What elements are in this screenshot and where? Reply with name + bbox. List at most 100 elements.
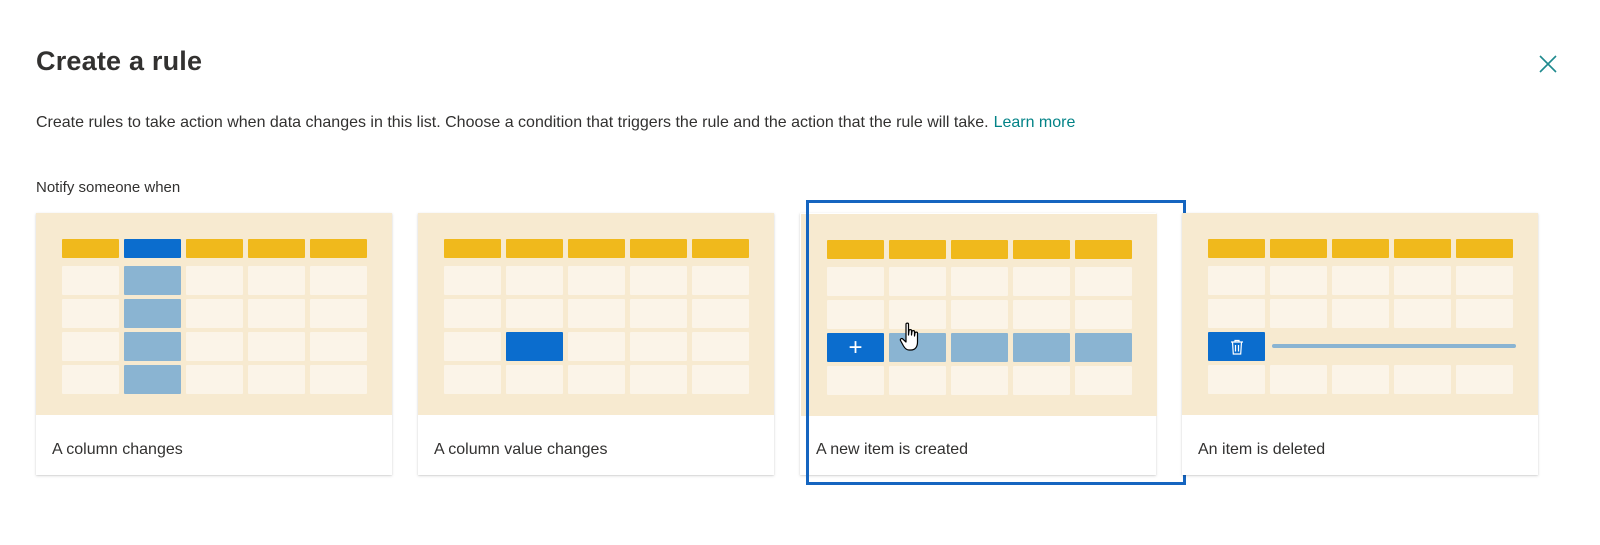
illus-header-cell-selected — [124, 239, 181, 258]
card-label: A column changes — [52, 441, 183, 458]
illus-cell — [444, 365, 501, 394]
plus-icon: + — [848, 333, 863, 361]
trash-icon — [1208, 332, 1265, 361]
illus-cell — [186, 266, 243, 295]
illus-cell — [62, 332, 119, 361]
illus-cell — [568, 299, 625, 328]
illus-cell-new — [1013, 333, 1070, 362]
illus-cell — [444, 299, 501, 328]
illus-cell — [1332, 299, 1389, 328]
illus-cell — [889, 267, 946, 296]
illus-cell — [1075, 267, 1132, 296]
illus-cell — [1456, 365, 1513, 394]
illus-cell — [827, 267, 884, 296]
card-new-item-created[interactable]: + A new item is created — [800, 213, 1157, 475]
illus-header-cell — [1075, 240, 1132, 259]
section-label: Notify someone when — [36, 179, 181, 196]
card-column-changes[interactable]: A column changes — [36, 213, 392, 475]
dialog-title: Create a rule — [36, 46, 203, 76]
illus-header-cell — [1013, 240, 1070, 259]
dialog-description: Create rules to take action when data ch… — [36, 114, 1075, 132]
illus-cell — [951, 267, 1008, 296]
illus-cell — [62, 266, 119, 295]
illus-cell — [1208, 365, 1265, 394]
illus-cell — [506, 365, 563, 394]
illus-cell — [186, 332, 243, 361]
illus-header-cell — [1208, 239, 1265, 258]
card-label: A column value changes — [434, 441, 608, 458]
illus-cell — [1075, 300, 1132, 329]
learn-more-link[interactable]: Learn more — [994, 114, 1076, 131]
illus-header-cell — [1456, 239, 1513, 258]
illus-header-cell — [568, 239, 625, 258]
illus-cell — [1332, 266, 1389, 295]
illus-cell — [506, 299, 563, 328]
new-item-created-illustration: + — [801, 214, 1157, 416]
illus-cell — [951, 366, 1008, 395]
illus-cell — [506, 266, 563, 295]
illus-header-cell — [692, 239, 749, 258]
column-value-changes-illustration — [418, 213, 774, 415]
illus-cell — [444, 266, 501, 295]
illus-cell — [248, 266, 305, 295]
illus-cell — [889, 366, 946, 395]
illus-cell — [186, 365, 243, 394]
illus-header-cell — [1270, 239, 1327, 258]
illus-cell-changed — [506, 332, 563, 361]
card-column-value-changes[interactable]: A column value changes — [418, 213, 774, 475]
illus-cell — [1332, 365, 1389, 394]
illus-cell — [248, 332, 305, 361]
illus-cell — [568, 365, 625, 394]
illus-cell-highlight — [124, 299, 181, 328]
illus-cell — [186, 299, 243, 328]
illus-cell — [444, 332, 501, 361]
illus-cell — [62, 299, 119, 328]
illus-cell — [1208, 299, 1265, 328]
illus-cell — [827, 300, 884, 329]
illus-header-cell — [889, 240, 946, 259]
column-changes-illustration — [36, 213, 392, 415]
illus-header-cell — [630, 239, 687, 258]
illus-cell — [1075, 366, 1132, 395]
illus-cell — [310, 266, 367, 295]
illus-header-cell — [444, 239, 501, 258]
illus-cell — [248, 365, 305, 394]
illus-header-cell — [827, 240, 884, 259]
illus-header-cell — [248, 239, 305, 258]
illus-cell — [1208, 266, 1265, 295]
illus-cell-highlight — [124, 365, 181, 394]
illus-cell — [1394, 365, 1451, 394]
illus-cell — [248, 299, 305, 328]
illus-cell — [951, 300, 1008, 329]
create-rule-dialog: Create a rule Create rules to take actio… — [0, 0, 1600, 545]
illus-cell-highlight — [124, 266, 181, 295]
illus-cell — [310, 299, 367, 328]
illus-cell — [630, 299, 687, 328]
hand-cursor-icon — [899, 322, 919, 351]
card-item-deleted[interactable]: An item is deleted — [1182, 213, 1538, 475]
illus-cell — [1270, 266, 1327, 295]
illus-cell — [1013, 300, 1070, 329]
close-button[interactable] — [1536, 52, 1560, 76]
illus-cell — [692, 365, 749, 394]
close-icon — [1539, 55, 1557, 73]
illus-header-cell — [951, 240, 1008, 259]
illus-cell — [692, 299, 749, 328]
illus-cell — [692, 332, 749, 361]
illus-cell — [568, 332, 625, 361]
illus-cell — [827, 366, 884, 395]
illus-cell — [1270, 299, 1327, 328]
illus-cell — [1394, 299, 1451, 328]
illus-cell — [310, 365, 367, 394]
item-deleted-illustration — [1182, 213, 1538, 415]
description-text: Create rules to take action when data ch… — [36, 114, 989, 131]
illus-cell — [630, 332, 687, 361]
illus-cell-highlight — [124, 332, 181, 361]
illus-cell — [1456, 299, 1513, 328]
illus-header-cell — [310, 239, 367, 258]
illus-cell — [62, 365, 119, 394]
illus-header-cell — [186, 239, 243, 258]
illus-cell — [692, 266, 749, 295]
card-label: An item is deleted — [1198, 441, 1326, 458]
illus-cell — [1394, 266, 1451, 295]
